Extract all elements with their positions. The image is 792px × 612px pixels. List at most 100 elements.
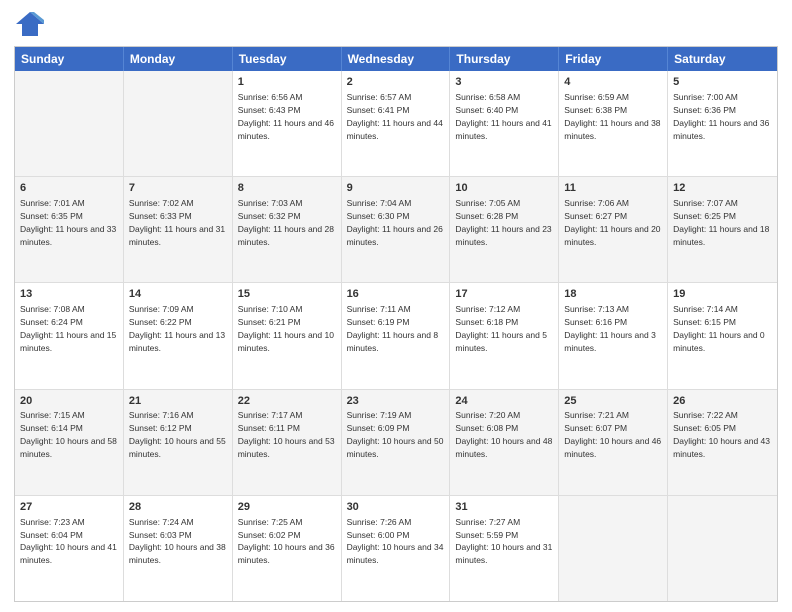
day-number: 5 xyxy=(673,75,772,90)
calendar-cell: 1Sunrise: 6:56 AM Sunset: 6:43 PM Daylig… xyxy=(233,71,342,176)
day-info: Sunrise: 7:01 AM Sunset: 6:35 PM Dayligh… xyxy=(20,198,116,247)
calendar-cell xyxy=(559,496,668,601)
calendar-cell xyxy=(668,496,777,601)
day-info: Sunrise: 7:17 AM Sunset: 6:11 PM Dayligh… xyxy=(238,410,335,459)
day-info: Sunrise: 7:12 AM Sunset: 6:18 PM Dayligh… xyxy=(455,304,547,353)
day-info: Sunrise: 7:09 AM Sunset: 6:22 PM Dayligh… xyxy=(129,304,225,353)
calendar-cell: 8 Sunrise: 7:03 AM Sunset: 6:32 PM Daylig… xyxy=(233,177,342,282)
calendar-header-day: Friday xyxy=(559,47,668,71)
day-number: 8 xyxy=(238,181,336,196)
calendar-header-day: Wednesday xyxy=(342,47,451,71)
calendar-header-day: Monday xyxy=(124,47,233,71)
logo-icon xyxy=(14,10,46,38)
day-info: Sunrise: 7:22 AM Sunset: 6:05 PM Dayligh… xyxy=(673,410,770,459)
day-number: 20 xyxy=(20,394,118,409)
day-number: 22 xyxy=(238,394,336,409)
day-info: Sunrise: 7:06 AM Sunset: 6:27 PM Dayligh… xyxy=(564,198,660,247)
day-number: 30 xyxy=(347,500,445,515)
day-info: Sunrise: 7:10 AM Sunset: 6:21 PM Dayligh… xyxy=(238,304,334,353)
calendar-cell: 15 Sunrise: 7:10 AM Sunset: 6:21 PM Dayli… xyxy=(233,283,342,388)
day-number: 13 xyxy=(20,287,118,302)
calendar-cell xyxy=(124,71,233,176)
calendar-cell: 31 Sunrise: 7:27 AM Sunset: 5:59 PM Dayli… xyxy=(450,496,559,601)
calendar-cell: 17 Sunrise: 7:12 AM Sunset: 6:18 PM Dayli… xyxy=(450,283,559,388)
calendar-cell: 4 Sunrise: 6:59 AM Sunset: 6:38 PM Daylig… xyxy=(559,71,668,176)
header xyxy=(14,10,778,38)
calendar-cell xyxy=(15,71,124,176)
calendar-header: SundayMondayTuesdayWednesdayThursdayFrid… xyxy=(15,47,777,71)
day-number: 10 xyxy=(455,181,553,196)
day-info: Sunrise: 7:07 AM Sunset: 6:25 PM Dayligh… xyxy=(673,198,769,247)
page: SundayMondayTuesdayWednesdayThursdayFrid… xyxy=(0,0,792,612)
day-info: Sunrise: 7:24 AM Sunset: 6:03 PM Dayligh… xyxy=(129,517,226,566)
day-info: Sunrise: 7:05 AM Sunset: 6:28 PM Dayligh… xyxy=(455,198,551,247)
day-number: 16 xyxy=(347,287,445,302)
day-number: 17 xyxy=(455,287,553,302)
day-number: 31 xyxy=(455,500,553,515)
day-info: Sunrise: 7:15 AM Sunset: 6:14 PM Dayligh… xyxy=(20,410,117,459)
calendar-cell: 23Sunrise: 7:19 AM Sunset: 6:09 PM Dayli… xyxy=(342,390,451,495)
day-number: 3 xyxy=(455,75,553,90)
day-number: 6 xyxy=(20,181,118,196)
day-number: 12 xyxy=(673,181,772,196)
calendar-cell: 7 Sunrise: 7:02 AM Sunset: 6:33 PM Daylig… xyxy=(124,177,233,282)
calendar: SundayMondayTuesdayWednesdayThursdayFrid… xyxy=(14,46,778,602)
day-info: Sunrise: 6:59 AM Sunset: 6:38 PM Dayligh… xyxy=(564,92,660,141)
day-info: Sunrise: 7:19 AM Sunset: 6:09 PM Dayligh… xyxy=(347,410,444,459)
day-number: 27 xyxy=(20,500,118,515)
day-number: 7 xyxy=(129,181,227,196)
day-info: Sunrise: 7:27 AM Sunset: 5:59 PM Dayligh… xyxy=(455,517,552,566)
day-number: 19 xyxy=(673,287,772,302)
day-info: Sunrise: 7:03 AM Sunset: 6:32 PM Dayligh… xyxy=(238,198,334,247)
day-info: Sunrise: 7:21 AM Sunset: 6:07 PM Dayligh… xyxy=(564,410,661,459)
day-number: 24 xyxy=(455,394,553,409)
day-info: Sunrise: 6:57 AM Sunset: 6:41 PM Dayligh… xyxy=(347,92,443,141)
day-info: Sunrise: 7:25 AM Sunset: 6:02 PM Dayligh… xyxy=(238,517,335,566)
day-number: 25 xyxy=(564,394,662,409)
calendar-cell: 29Sunrise: 7:25 AM Sunset: 6:02 PM Dayli… xyxy=(233,496,342,601)
day-info: Sunrise: 7:26 AM Sunset: 6:00 PM Dayligh… xyxy=(347,517,444,566)
calendar-cell: 28 Sunrise: 7:24 AM Sunset: 6:03 PM Dayli… xyxy=(124,496,233,601)
day-info: Sunrise: 7:02 AM Sunset: 6:33 PM Dayligh… xyxy=(129,198,225,247)
day-info: Sunrise: 7:04 AM Sunset: 6:30 PM Dayligh… xyxy=(347,198,443,247)
day-info: Sunrise: 6:58 AM Sunset: 6:40 PM Dayligh… xyxy=(455,92,551,141)
day-info: Sunrise: 7:14 AM Sunset: 6:15 PM Dayligh… xyxy=(673,304,765,353)
calendar-row: 6 Sunrise: 7:01 AM Sunset: 6:35 PM Daylig… xyxy=(15,177,777,283)
calendar-cell: 11Sunrise: 7:06 AM Sunset: 6:27 PM Dayli… xyxy=(559,177,668,282)
calendar-cell: 27 Sunrise: 7:23 AM Sunset: 6:04 PM Dayli… xyxy=(15,496,124,601)
day-info: Sunrise: 7:16 AM Sunset: 6:12 PM Dayligh… xyxy=(129,410,226,459)
calendar-cell: 25Sunrise: 7:21 AM Sunset: 6:07 PM Dayli… xyxy=(559,390,668,495)
day-number: 1 xyxy=(238,75,336,90)
day-info: Sunrise: 7:23 AM Sunset: 6:04 PM Dayligh… xyxy=(20,517,117,566)
day-info: Sunrise: 7:20 AM Sunset: 6:08 PM Dayligh… xyxy=(455,410,552,459)
day-info: Sunrise: 7:13 AM Sunset: 6:16 PM Dayligh… xyxy=(564,304,656,353)
day-number: 21 xyxy=(129,394,227,409)
day-number: 4 xyxy=(564,75,662,90)
day-info: Sunrise: 7:08 AM Sunset: 6:24 PM Dayligh… xyxy=(20,304,116,353)
calendar-header-day: Tuesday xyxy=(233,47,342,71)
day-number: 15 xyxy=(238,287,336,302)
calendar-cell: 5Sunrise: 7:00 AM Sunset: 6:36 PM Daylig… xyxy=(668,71,777,176)
calendar-cell: 26Sunrise: 7:22 AM Sunset: 6:05 PM Dayli… xyxy=(668,390,777,495)
day-number: 2 xyxy=(347,75,445,90)
calendar-cell: 6 Sunrise: 7:01 AM Sunset: 6:35 PM Daylig… xyxy=(15,177,124,282)
calendar-body: 1Sunrise: 6:56 AM Sunset: 6:43 PM Daylig… xyxy=(15,71,777,601)
calendar-cell: 18 Sunrise: 7:13 AM Sunset: 6:16 PM Dayli… xyxy=(559,283,668,388)
calendar-cell: 24Sunrise: 7:20 AM Sunset: 6:08 PM Dayli… xyxy=(450,390,559,495)
calendar-row: 13 Sunrise: 7:08 AM Sunset: 6:24 PM Dayli… xyxy=(15,283,777,389)
day-info: Sunrise: 7:11 AM Sunset: 6:19 PM Dayligh… xyxy=(347,304,439,353)
calendar-cell: 12 Sunrise: 7:07 AM Sunset: 6:25 PM Dayli… xyxy=(668,177,777,282)
calendar-cell: 22Sunrise: 7:17 AM Sunset: 6:11 PM Dayli… xyxy=(233,390,342,495)
calendar-row: 1Sunrise: 6:56 AM Sunset: 6:43 PM Daylig… xyxy=(15,71,777,177)
logo xyxy=(14,10,50,38)
day-number: 28 xyxy=(129,500,227,515)
calendar-cell: 10 Sunrise: 7:05 AM Sunset: 6:28 PM Dayli… xyxy=(450,177,559,282)
calendar-cell: 21Sunrise: 7:16 AM Sunset: 6:12 PM Dayli… xyxy=(124,390,233,495)
day-number: 18 xyxy=(564,287,662,302)
calendar-cell: 14 Sunrise: 7:09 AM Sunset: 6:22 PM Dayli… xyxy=(124,283,233,388)
day-number: 14 xyxy=(129,287,227,302)
calendar-header-day: Sunday xyxy=(15,47,124,71)
calendar-cell: 30 Sunrise: 7:26 AM Sunset: 6:00 PM Dayli… xyxy=(342,496,451,601)
calendar-cell: 16 Sunrise: 7:11 AM Sunset: 6:19 PM Dayli… xyxy=(342,283,451,388)
day-number: 23 xyxy=(347,394,445,409)
